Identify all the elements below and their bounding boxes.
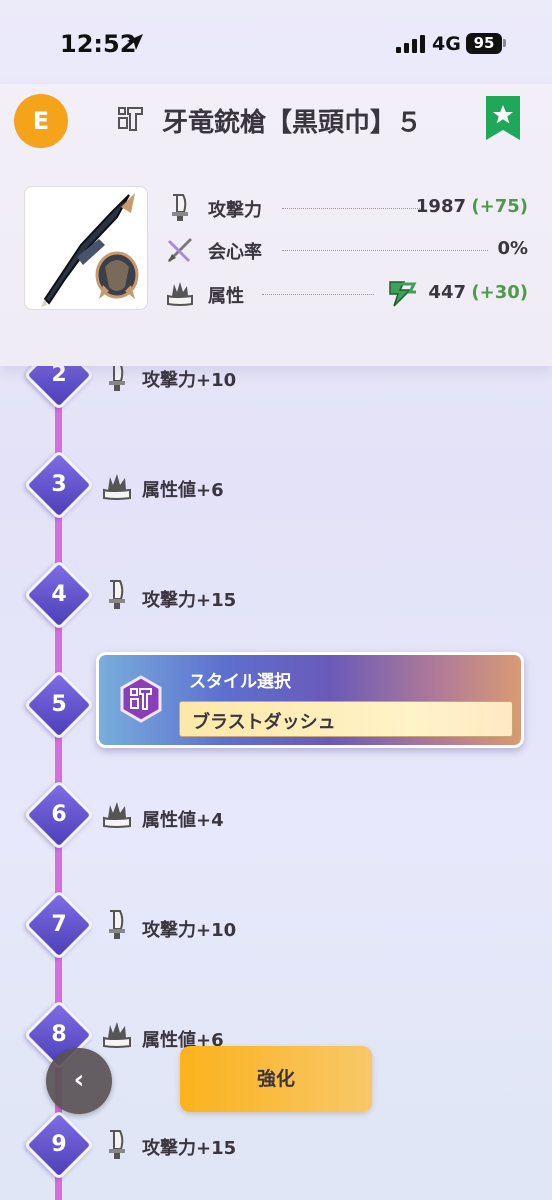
timeline-node: 6 — [23, 779, 95, 851]
dotted-leader — [282, 208, 420, 209]
stat-label: 攻撃力 — [208, 200, 262, 221]
attack-icon — [109, 910, 125, 939]
element-icon — [103, 802, 131, 828]
location-arrow-icon — [127, 34, 143, 50]
back-button[interactable]: ‹ — [46, 1048, 112, 1114]
status-bar: 12:52 4G 95 — [0, 0, 552, 84]
element-icon — [167, 282, 193, 306]
stat-bonus: (+75) — [471, 196, 528, 217]
status-time: 12:52 — [60, 30, 137, 58]
stat-value: 447 — [428, 282, 466, 303]
rank-badge: E — [14, 94, 68, 148]
step-label: 属性値+4 — [142, 810, 224, 831]
style-select-value: ブラストダッシュ — [192, 712, 336, 733]
stat-row-affinity: 会心率 0% — [164, 232, 528, 266]
node-number: 3 — [51, 472, 67, 497]
cell-signal-icon — [396, 35, 425, 53]
element-icon — [103, 474, 131, 500]
node-number: 9 — [51, 1132, 67, 1157]
attack-icon — [109, 1130, 125, 1159]
chevron-left-icon: ‹ — [73, 1065, 85, 1095]
network-type: 4G — [432, 33, 461, 55]
step-label: 属性値+6 — [142, 480, 224, 501]
battery-level: 95 — [466, 33, 502, 54]
attack-icon — [109, 580, 125, 609]
stat-label: 属性 — [208, 286, 244, 307]
stat-row-attack: 攻撃力 1987 (+75) — [164, 190, 528, 224]
enhance-button-label: 強化 — [256, 1068, 295, 1090]
node-number: 7 — [51, 912, 67, 937]
stat-label: 会心率 — [208, 242, 262, 263]
thunder-element-icon — [389, 281, 417, 307]
step-label: 攻撃力+15 — [142, 590, 237, 611]
stat-value: 1987 — [415, 196, 466, 217]
element-icon — [103, 1022, 131, 1048]
step-label: 攻撃力+10 — [142, 370, 237, 391]
timeline-node: 9 — [23, 1109, 95, 1181]
style-select-field[interactable]: ブラストダッシュ — [179, 701, 513, 737]
bookmark-star-icon[interactable] — [486, 96, 520, 140]
dotted-leader — [262, 294, 374, 295]
timeline-node: 4 — [23, 559, 95, 631]
weapon-header-card: E 牙竜銃槍【黒頭巾】５ 攻撃力 1987 (+75) 会心率 0% 属性 44… — [0, 84, 552, 366]
timeline-node: 7 — [23, 889, 95, 961]
battery-tip — [503, 39, 506, 47]
attack-icon — [172, 194, 188, 221]
style-icon — [120, 675, 162, 723]
weapon-image — [24, 186, 148, 310]
dotted-leader — [282, 250, 488, 251]
affinity-icon — [168, 238, 192, 262]
step-label: 攻撃力+15 — [142, 1138, 237, 1159]
enhance-button[interactable]: 強化 — [180, 1046, 372, 1112]
gunlance-icon — [118, 107, 143, 131]
stat-bonus: (+30) — [471, 282, 528, 303]
node-number: 6 — [51, 802, 67, 827]
step-label: 攻撃力+10 — [142, 920, 237, 941]
timeline-node: 3 — [23, 449, 95, 521]
timeline-node: 5 — [23, 669, 95, 741]
style-select-card[interactable]: スタイル選択 ブラストダッシュ — [96, 652, 524, 748]
stat-value: 0% — [497, 238, 528, 259]
weapon-name: 牙竜銃槍【黒頭巾】５ — [162, 108, 423, 138]
style-select-title: スタイル選択 — [189, 672, 291, 692]
node-number: 5 — [51, 692, 67, 717]
node-number: 4 — [51, 582, 67, 607]
stat-row-element: 属性 447 (+30) — [164, 276, 528, 310]
